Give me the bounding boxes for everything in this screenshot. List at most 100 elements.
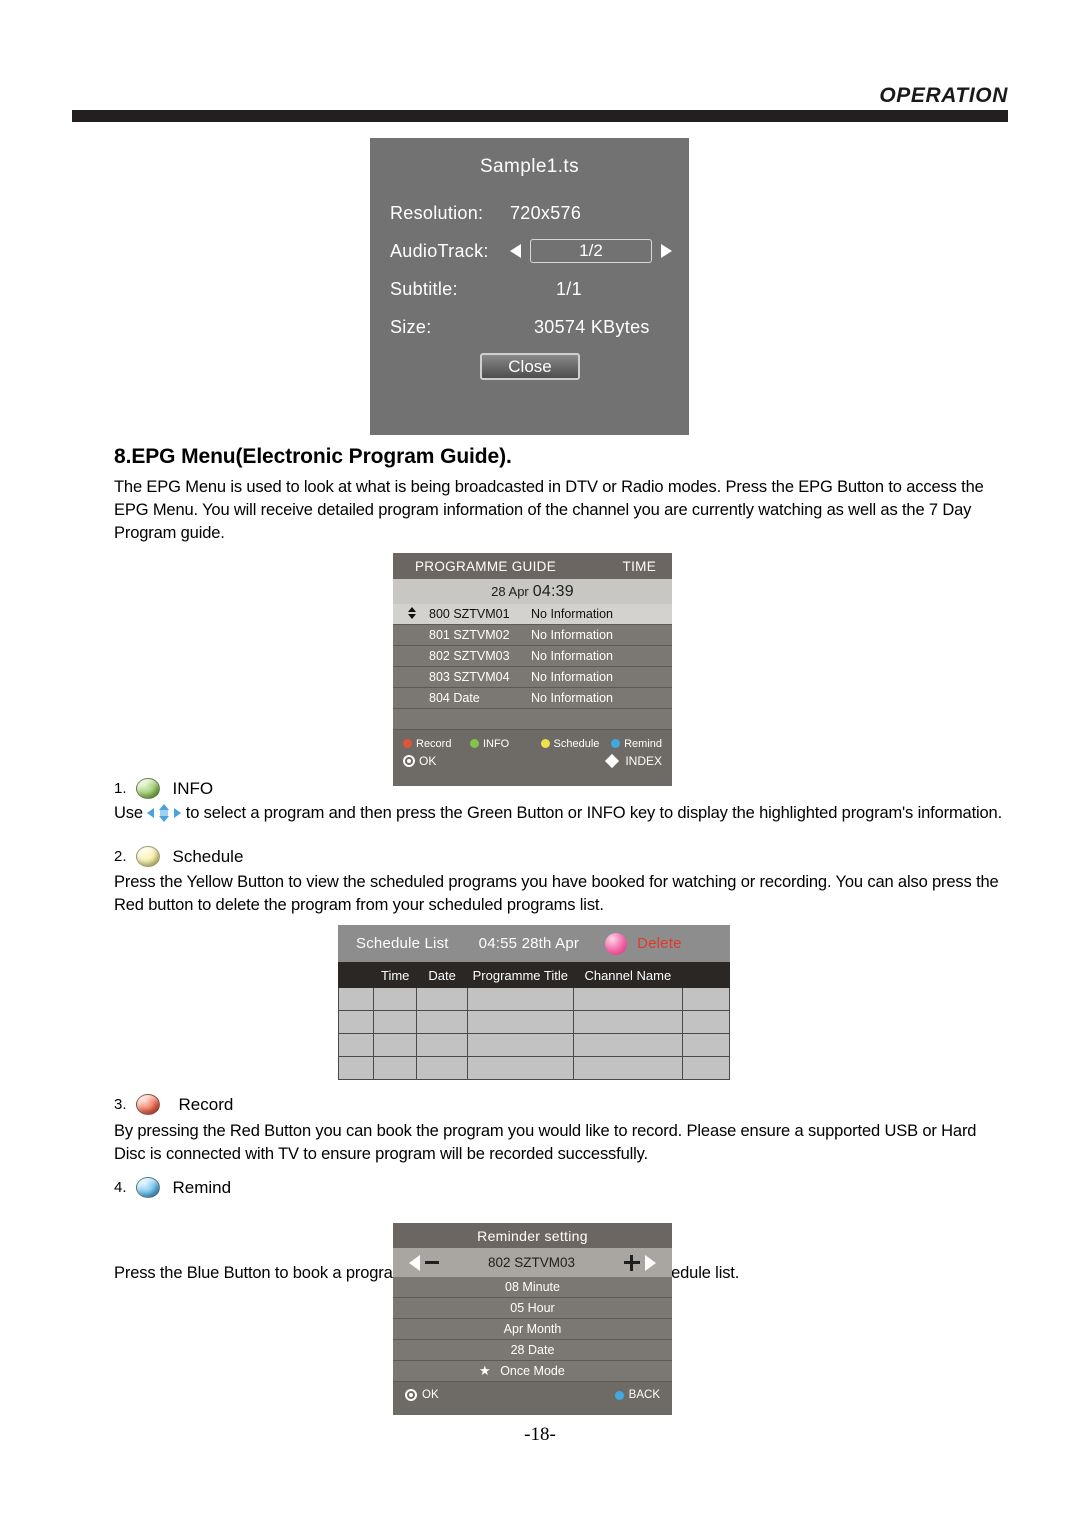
ok-ring-icon <box>405 1389 417 1401</box>
reminder-row-label: Apr Month <box>503 1322 562 1336</box>
blue-dot-icon <box>614 1390 624 1400</box>
section-intro-paragraph: The EPG Menu is used to look at what is … <box>114 478 984 542</box>
delete-button-icon[interactable] <box>605 932 628 955</box>
left-arrow-icon <box>409 1254 420 1271</box>
reminder-setting-panel: Reminder setting 802 SZTVM03 08 Minute 0… <box>393 1223 672 1415</box>
item-label: Remind <box>172 1177 232 1197</box>
epg-row[interactable]: 803 SZTVM04 No Information <box>393 667 672 688</box>
cell <box>373 1010 418 1034</box>
cell <box>337 987 375 1011</box>
subtitle-value: 1/1 <box>556 278 582 299</box>
media-info-panel: Sample1.ts Resolution: 720x576 AudioTrac… <box>370 138 689 435</box>
epg-key-index-label: INDEX <box>625 753 662 768</box>
audiotrack-label: AudioTrack: <box>390 240 489 261</box>
item-number: 3. <box>114 1096 127 1113</box>
red-dot-icon <box>403 739 412 748</box>
epg-empty-row <box>393 709 672 730</box>
epg-channel: 802 SZTVM03 <box>429 649 510 663</box>
diamond-icon <box>605 753 620 768</box>
updown-arrows-icon[interactable] <box>408 607 416 619</box>
epg-key-record-label: Record <box>416 737 452 750</box>
reminder-row-minute[interactable]: 08 Minute <box>393 1277 672 1298</box>
subtitle-label: Subtitle: <box>390 278 458 299</box>
epg-row[interactable]: 800 SZTVM01 No Information <box>393 604 672 625</box>
resolution-label: Resolution: <box>390 202 484 223</box>
epg-key-ok[interactable]: OK <box>403 754 436 768</box>
epg-channel: 803 SZTVM04 <box>429 670 510 684</box>
col-programme-title: Programme Title <box>467 962 574 988</box>
epg-key-ok-label: OK <box>419 753 437 768</box>
reminder-key-ok[interactable]: OK <box>405 1389 439 1401</box>
cell <box>373 987 418 1011</box>
epg-row[interactable]: 801 SZTVM02 No Information <box>393 625 672 646</box>
reminder-row-month[interactable]: Apr Month <box>393 1319 672 1340</box>
size-label: Size: <box>390 316 432 337</box>
audiotrack-value[interactable]: 1/2 <box>530 239 652 263</box>
table-row[interactable] <box>337 1033 730 1057</box>
green-button-icon <box>135 778 160 799</box>
cell <box>682 1033 730 1057</box>
epg-channel: 801 SZTVM02 <box>429 628 510 642</box>
close-button[interactable]: Close <box>480 353 580 380</box>
item-info-paragraph: Use to select a program and then press t… <box>114 802 1010 825</box>
item-label: INFO <box>172 778 214 798</box>
reminder-row-mode[interactable]: ★ Once Mode <box>393 1361 672 1382</box>
epg-date-time: 04:39 <box>532 582 574 600</box>
item-number: 1. <box>114 780 127 797</box>
cell <box>416 1033 469 1057</box>
reminder-key-back-label: BACK <box>628 1389 660 1401</box>
epg-key-remind[interactable]: Remind <box>611 738 662 750</box>
delete-label[interactable]: Delete <box>637 935 682 952</box>
schedule-table: Time Date Programme Title Channel Name <box>337 962 730 1080</box>
header-rule <box>72 110 1008 122</box>
epg-channel: 804 Date <box>429 691 480 705</box>
reminder-increase[interactable] <box>623 1254 656 1271</box>
reminder-row-label: 28 Date <box>510 1343 555 1357</box>
cell <box>373 1056 418 1080</box>
epg-key-record[interactable]: Record <box>403 738 470 750</box>
media-row-size: Size: 30574 KBytes <box>370 308 689 346</box>
size-value: 30574 KBytes <box>534 316 650 337</box>
epg-time-label: TIME <box>622 558 656 574</box>
epg-key-schedule-label: Schedule <box>553 737 600 750</box>
epg-key-index[interactable]: INDEX <box>605 753 662 768</box>
blue-dot-icon <box>611 739 621 748</box>
table-row[interactable] <box>337 987 730 1011</box>
cell <box>337 1033 375 1057</box>
epg-row[interactable]: 802 SZTVM03 No Information <box>393 646 672 667</box>
reminder-key-ok-label: OK <box>422 1389 439 1401</box>
audiotrack-prev-arrow-icon[interactable] <box>510 244 521 258</box>
manual-page: OPERATION Sample1.ts Resolution: 720x576… <box>0 0 1080 1532</box>
reminder-channel: 802 SZTVM03 <box>487 1255 576 1270</box>
col-blank-right <box>682 962 730 988</box>
table-row[interactable] <box>337 1056 730 1080</box>
epg-info: No Information <box>531 607 613 621</box>
cell <box>467 1056 574 1080</box>
epg-key-info[interactable]: INFO <box>469 738 541 750</box>
page-header-title: OPERATION <box>879 84 1008 107</box>
blue-button-icon <box>135 1177 160 1198</box>
reminder-row-date[interactable]: 28 Date <box>393 1340 672 1361</box>
media-filename: Sample1.ts <box>479 156 580 177</box>
cell <box>682 1010 730 1034</box>
reminder-channel-row: 802 SZTVM03 <box>393 1248 672 1277</box>
epg-footer-navkeys: OK INDEX <box>403 752 662 769</box>
table-row[interactable] <box>337 1010 730 1034</box>
reminder-key-back[interactable]: BACK <box>614 1389 660 1401</box>
epg-info: No Information <box>531 691 613 705</box>
epg-key-schedule[interactable]: Schedule <box>540 737 612 750</box>
cell <box>467 987 574 1011</box>
epg-info: No Information <box>531 628 613 642</box>
item-number: 2. <box>114 848 127 865</box>
audiotrack-next-arrow-icon[interactable] <box>661 244 672 258</box>
epg-row[interactable]: 804 Date No Information <box>393 688 672 709</box>
col-blank-left <box>337 962 375 988</box>
reminder-row-hour[interactable]: 05 Hour <box>393 1298 672 1319</box>
ok-ring-icon <box>403 754 415 767</box>
epg-date-day: 28 Apr <box>491 584 529 599</box>
reminder-decrease[interactable] <box>409 1254 439 1271</box>
section-title: 8.EPG Menu(Electronic Program Guide). <box>114 445 512 468</box>
cell <box>682 987 730 1011</box>
epg-info: No Information <box>531 649 613 663</box>
cell <box>682 1056 730 1080</box>
